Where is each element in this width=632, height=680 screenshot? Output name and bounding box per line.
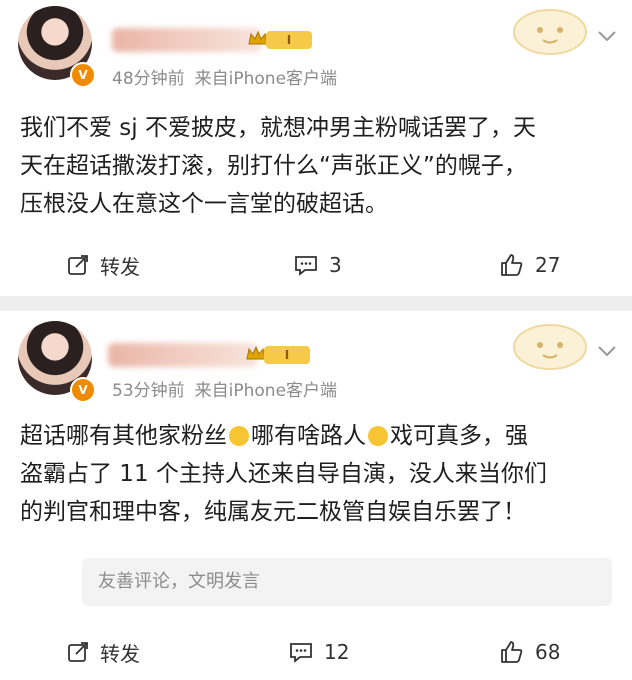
post-source: 来自iPhone客户端 [194,69,338,89]
post-text-line: 我们不爱 sj 不爱披皮，就想冲男主粉喊话罢了，天 [20,115,536,141]
chevron-down-icon[interactable] [595,339,619,363]
verified-badge-icon: V [70,377,96,403]
post-text-line: 压根没人在意这个一言堂的破超话。 [20,191,388,217]
post-separator [0,296,632,311]
post-text-line: 盗霸占了 11 个主持人还来自导自演，没人来当你们 [20,461,547,487]
post-meta: 48分钟前 来自iPhone客户端 [112,64,337,89]
chevron-down-icon[interactable] [595,24,619,48]
crown-icon [246,345,266,360]
username-blurred[interactable] [108,343,258,367]
like-count: 68 [535,640,561,664]
like-button[interactable]: 68 [499,637,560,667]
comment-button[interactable]: 12 [288,637,349,667]
verified-badge-icon: V [70,62,96,88]
cartoon-decoration-icon [513,9,587,55]
post-content: 我们不爱 sj 不爱披皮，就想冲男主粉喊话罢了，天 天在超话撒泼打滚，别打什么“… [20,109,612,223]
like-icon [501,641,523,663]
comment-count: 12 [324,640,350,664]
post-text-line: 天在超话撒泼打滚，别打什么“声张正义”的幌子， [20,153,527,179]
post-text-segment: 超话哪有其他家粉丝 [20,423,227,449]
repost-icon [68,255,88,275]
crown-icon [248,30,268,45]
comment-button[interactable]: 3 [293,250,342,280]
post-source: 来自iPhone客户端 [194,381,338,401]
repost-button[interactable]: 转发 [66,250,140,280]
weibo-post-2: V I 53分钟前 来自iPhone客户端 超话哪有其他家粉丝 哪有啥路人 戏可真多，… [0,311,632,680]
comment-count: 3 [329,253,342,277]
post-text-segment: 戏可真多，强 [390,423,528,449]
emoji-laugh-icon [229,426,249,446]
rank-badge: I [266,31,312,49]
cartoon-decoration-icon [513,324,587,370]
like-button[interactable]: 27 [499,250,560,280]
weibo-post-1: V I 48分钟前 来自iPhone客户端 我们不爱 sj 不爱披皮，就想冲男主粉… [0,0,632,296]
comment-icon [290,643,312,663]
repost-label: 转发 [100,254,140,279]
post-time: 53分钟前 [112,381,185,401]
post-text-segment: 哪有啥路人 [251,423,366,449]
post-time: 48分钟前 [112,69,185,89]
rank-badge: I [264,346,310,364]
post-text-line: 的判官和理中客，纯属友元二极管自娱自乐罢了！ [20,499,526,525]
comment-input[interactable]: 友善评论，文明发言 [82,558,612,606]
username-blurred[interactable] [112,28,262,52]
post-meta: 53分钟前 来自iPhone客户端 [112,376,337,401]
comment-icon [295,256,317,276]
repost-label: 转发 [100,641,140,666]
post-content: 超话哪有其他家粉丝 哪有啥路人 戏可真多，强 盗霸占了 11 个主持人还来自导自演，… [20,417,612,531]
like-icon [501,254,523,276]
emoji-laugh-icon [368,426,388,446]
like-count: 27 [535,253,561,277]
repost-button[interactable]: 转发 [66,637,140,667]
repost-icon [68,642,88,662]
post-text-line: 超话哪有其他家粉丝 哪有啥路人 戏可真多，强 [20,417,612,455]
